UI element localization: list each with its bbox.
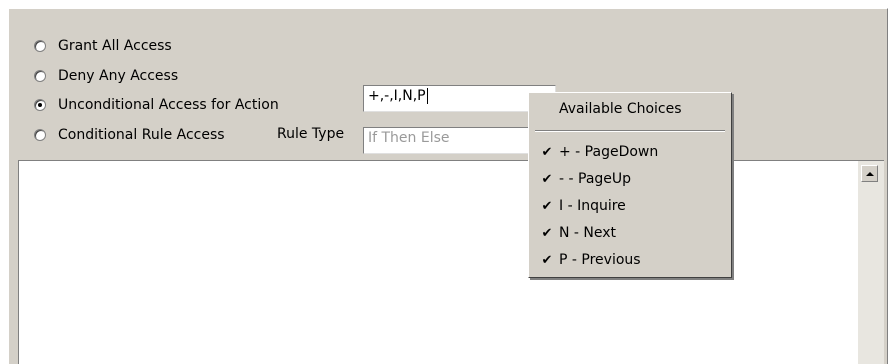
vertical-scrollbar[interactable] [858,161,884,364]
scroll-up-arrow-icon [865,171,874,176]
choice-item-label: N - Next [559,225,617,241]
radio-unconditional[interactable]: Unconditional Access for Action [34,94,279,116]
choice-item-label: - - PageUp [559,171,632,187]
radio-conditional[interactable]: Conditional Rule Access [34,124,225,146]
rule-list-area[interactable] [18,160,884,364]
scroll-up-button[interactable] [861,165,878,182]
choice-item-pageup[interactable]: ✔ - - PageUp [535,167,725,191]
radio-conditional-label: Conditional Rule Access [58,127,225,143]
check-icon: ✔ [541,252,553,268]
popup-divider [535,130,725,132]
radio-unconditional-label: Unconditional Access for Action [58,97,279,113]
radio-button-icon[interactable] [34,40,46,52]
check-icon: ✔ [541,198,553,214]
radio-button-icon[interactable] [34,70,46,82]
choice-item-label: P - Previous [559,252,641,268]
choice-item-inquire[interactable]: ✔ I - Inquire [535,194,725,218]
choice-item-label: + - PageDown [559,144,659,160]
choice-item-next[interactable]: ✔ N - Next [535,221,725,245]
radio-grant-all[interactable]: Grant All Access [34,35,172,57]
action-choices-value: +,-,I,N,P [368,88,426,104]
radio-button-selected-icon[interactable] [34,99,46,111]
radio-deny-any[interactable]: Deny Any Access [34,65,178,87]
rule-type-value: If Then Else [368,130,450,146]
choice-item-pagedown[interactable]: ✔ + - PageDown [535,140,725,164]
radio-grant-all-label: Grant All Access [58,38,172,54]
rule-type-field: If Then Else [363,127,531,154]
choice-item-label: I - Inquire [559,198,626,214]
available-choices-popup: Available Choices ✔ + - PageDown ✔ - - P… [528,92,732,278]
check-icon: ✔ [541,144,553,160]
popup-title: Available Choices [559,101,682,117]
check-icon: ✔ [541,171,553,187]
rule-type-label: Rule Type [277,126,345,142]
radio-button-icon[interactable] [34,129,46,141]
choice-item-previous[interactable]: ✔ P - Previous [535,248,725,272]
text-caret [426,88,428,104]
radio-deny-any-label: Deny Any Access [58,68,179,84]
check-icon: ✔ [541,225,553,241]
